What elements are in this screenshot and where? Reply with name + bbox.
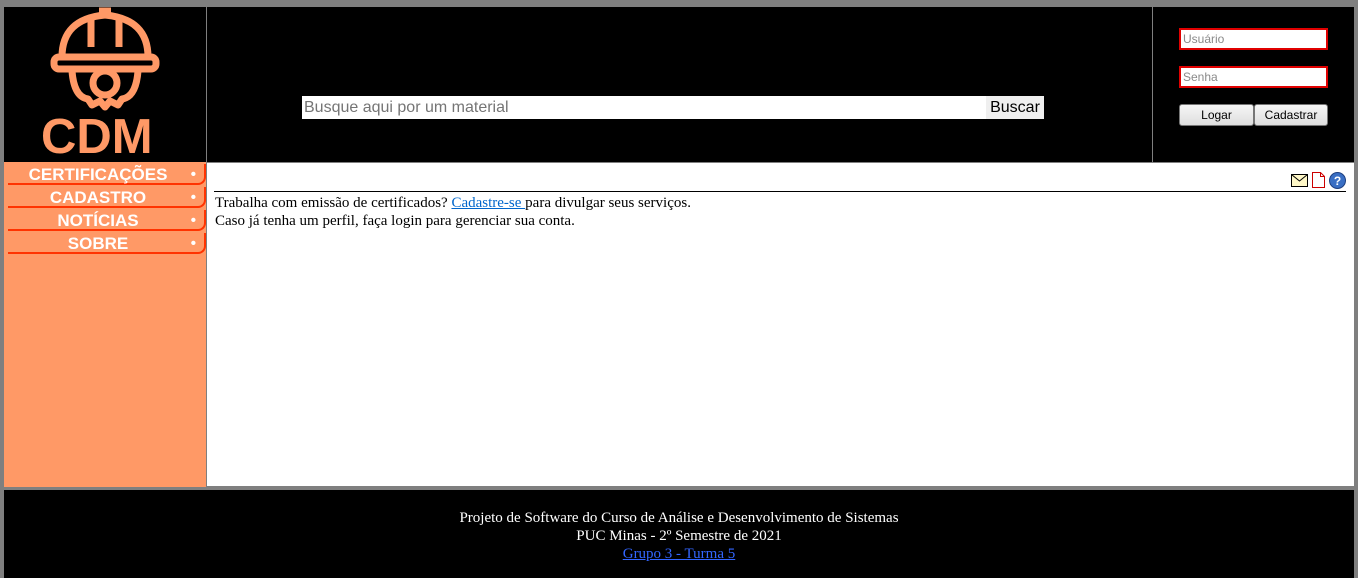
nav-item-label: CERTIFICAÇÕES [28, 165, 168, 184]
info-line-2: Caso já tenha um perfil, faça login para… [215, 213, 575, 229]
svg-text:?: ? [1334, 174, 1341, 188]
help-icon[interactable]: ? [1329, 171, 1346, 189]
document-icon[interactable] [1312, 172, 1325, 188]
bullet-icon: • [190, 166, 196, 183]
nav-item-label: SOBRE [67, 234, 129, 253]
login-button[interactable]: Logar [1179, 104, 1254, 126]
content-divider [214, 191, 1346, 192]
nav-item-certificacoes[interactable]: CERTIFICAÇÕES • [8, 164, 206, 185]
nav-item-sobre[interactable]: SOBRE • [8, 233, 206, 254]
header: CDM Buscar Logar Cadastrar [4, 7, 1354, 164]
search-input[interactable] [302, 96, 986, 119]
password-field[interactable] [1179, 66, 1328, 88]
logo-text: CDM [41, 110, 153, 164]
logo: CDM [4, 7, 206, 164]
nav-item-cadastro[interactable]: CADASTRO • [8, 187, 206, 208]
header-divider-left [206, 7, 207, 162]
bullet-icon: • [190, 189, 196, 206]
mail-icon[interactable] [1291, 173, 1308, 187]
info-line-1: Trabalha com emissão de certificados? Ca… [215, 194, 691, 212]
info-text: Trabalha com emissão de certificados? [215, 195, 452, 211]
nav-item-label: NOTÍCIAS [57, 211, 139, 230]
info-text: para divulgar seus serviços. [525, 195, 691, 211]
sidebar: CERTIFICAÇÕES • CADASTRO • NOTÍCIAS • SO… [4, 162, 206, 487]
footer-line-1: Projeto de Software do Curso de Análise … [459, 510, 899, 526]
register-link[interactable]: Cadastre-se [451, 195, 525, 211]
bullet-icon: • [190, 235, 196, 252]
footer-group-link[interactable]: Grupo 3 - Turma 5 [623, 546, 736, 562]
nav-item-noticias[interactable]: NOTÍCIAS • [8, 210, 206, 231]
nav-item-label: CADASTRO [49, 188, 147, 207]
main-content: ? Trabalha com emissão de certificados? … [207, 163, 1354, 486]
header-divider-right [1152, 7, 1153, 162]
footer-line-2: PUC Minas - 2º Semestre de 2021 [576, 528, 782, 544]
register-button[interactable]: Cadastrar [1254, 104, 1328, 126]
username-field[interactable] [1179, 28, 1328, 50]
content-text: Trabalha com emissão de certificados? Ca… [215, 194, 691, 230]
helmet-gear-icon [50, 7, 160, 111]
content-toolbar: ? [1291, 171, 1346, 189]
bullet-icon: • [190, 212, 196, 229]
search-button[interactable]: Buscar [986, 96, 1044, 119]
footer: Projeto de Software do Curso de Análise … [4, 490, 1354, 578]
